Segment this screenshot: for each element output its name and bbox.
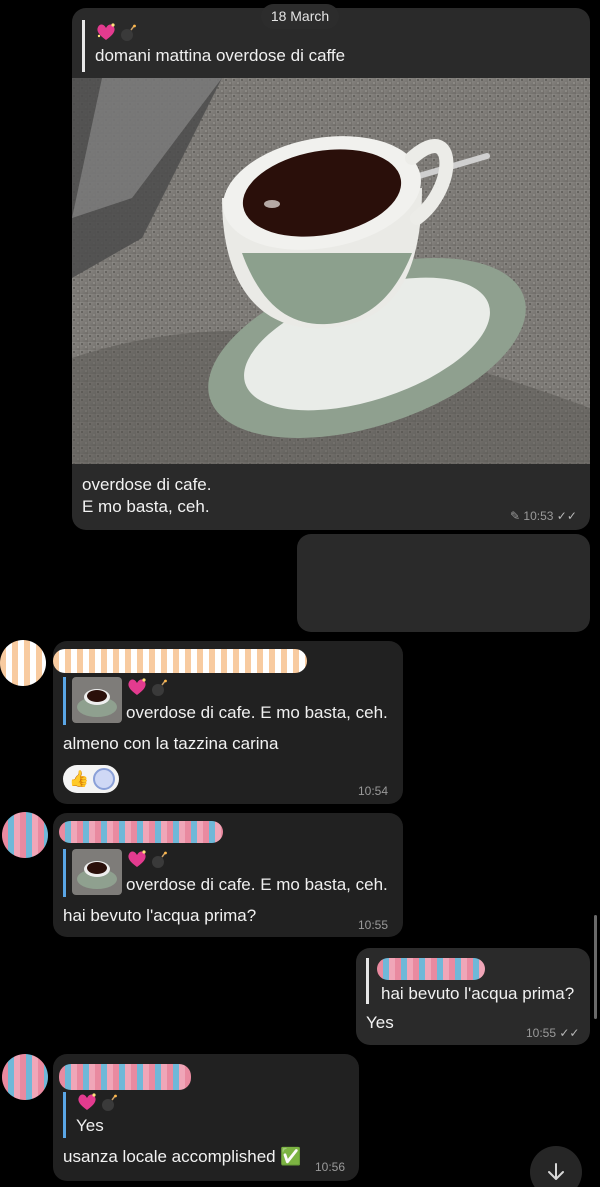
message-text: hai bevuto l'acqua prima? — [63, 906, 257, 925]
sparkling-heart-emoji — [128, 678, 146, 695]
reaction-chip[interactable]: 👍 — [63, 765, 119, 793]
reply-preview[interactable]: Yes — [63, 1092, 263, 1138]
date-chip: 18 March — [261, 4, 339, 29]
avatar[interactable] — [2, 812, 48, 858]
redacted-message[interactable] — [297, 534, 590, 632]
sender-name-redacted — [59, 821, 223, 843]
bomb-emoji — [152, 679, 167, 696]
message-meta: 10:55 ✓✓ — [526, 1026, 579, 1040]
avatar[interactable] — [0, 640, 46, 686]
coffee-photo[interactable] — [72, 78, 590, 464]
reply-preview[interactable]: overdose di cafe. E mo basta, ceh. — [63, 677, 393, 725]
incoming-message[interactable]: overdose di cafe. E mo basta, ceh. almen… — [53, 641, 403, 804]
incoming-message[interactable]: Yes usanza locale accomplished ✅ 10:56 — [53, 1054, 359, 1181]
message-text: Yes — [366, 1013, 394, 1032]
sparkling-heart-emoji — [97, 23, 115, 40]
incoming-message[interactable]: overdose di cafe. E mo basta, ceh. hai b… — [53, 813, 403, 937]
sender-name-redacted — [53, 649, 307, 673]
avatar[interactable] — [2, 1054, 48, 1100]
photo-caption-line-2: E mo basta, ceh. — [82, 497, 210, 516]
message-time: 10:56 — [315, 1160, 346, 1174]
arrow-down-icon — [548, 1163, 564, 1180]
reply-quote-text: domani mattina overdose di caffe — [95, 46, 346, 65]
scroll-to-bottom-button[interactable] — [530, 1146, 582, 1187]
pencil-icon: ✎ — [510, 509, 521, 523]
sparkling-heart-emoji — [128, 850, 146, 867]
message-text: almeno con la tazzina carina — [63, 734, 279, 753]
reactor-avatar — [93, 768, 115, 790]
message-time: 10:55 — [526, 1026, 557, 1040]
message-time: 10:55 — [358, 918, 389, 932]
reply-quote-text: Yes — [76, 1116, 104, 1135]
double-check-icon: ✓✓ — [556, 509, 577, 523]
reply-quote-text: hai bevuto l'acqua prima? — [381, 984, 575, 1003]
sender-name-redacted — [377, 958, 485, 980]
coffee-cup-image — [72, 78, 590, 464]
double-check-icon: ✓✓ — [559, 1026, 580, 1040]
bomb-emoji — [121, 24, 136, 41]
thumbs-up-emoji: 👍 — [69, 771, 89, 788]
reply-thumbnail — [72, 677, 122, 723]
message-time: 10:54 — [358, 784, 389, 798]
message-meta: ✎ 10:53 ✓✓ — [510, 509, 577, 523]
reply-thumbnail — [72, 849, 122, 895]
bomb-emoji — [152, 851, 167, 868]
reply-preview[interactable]: hai bevuto l'acqua prima? — [366, 958, 581, 1004]
reply-quote-text: overdose di cafe. E mo basta, ceh. — [126, 703, 388, 722]
message-text: usanza locale accomplished ✅ — [63, 1147, 302, 1166]
scrollbar[interactable] — [594, 915, 597, 1019]
outgoing-message[interactable]: hai bevuto l'acqua prima? Yes 10:55 ✓✓ — [356, 948, 590, 1045]
reply-preview[interactable]: domani mattina overdose di caffe — [82, 20, 382, 72]
sparkling-heart-emoji — [78, 1093, 96, 1110]
message-time: 10:53 — [523, 509, 554, 523]
reply-quote-text: overdose di cafe. E mo basta, ceh. — [126, 875, 388, 894]
bomb-emoji — [102, 1094, 117, 1111]
sender-name-redacted — [59, 1064, 191, 1090]
photo-caption-line-1: overdose di cafe. — [82, 475, 212, 494]
reply-preview[interactable]: overdose di cafe. E mo basta, ceh. — [63, 849, 393, 897]
